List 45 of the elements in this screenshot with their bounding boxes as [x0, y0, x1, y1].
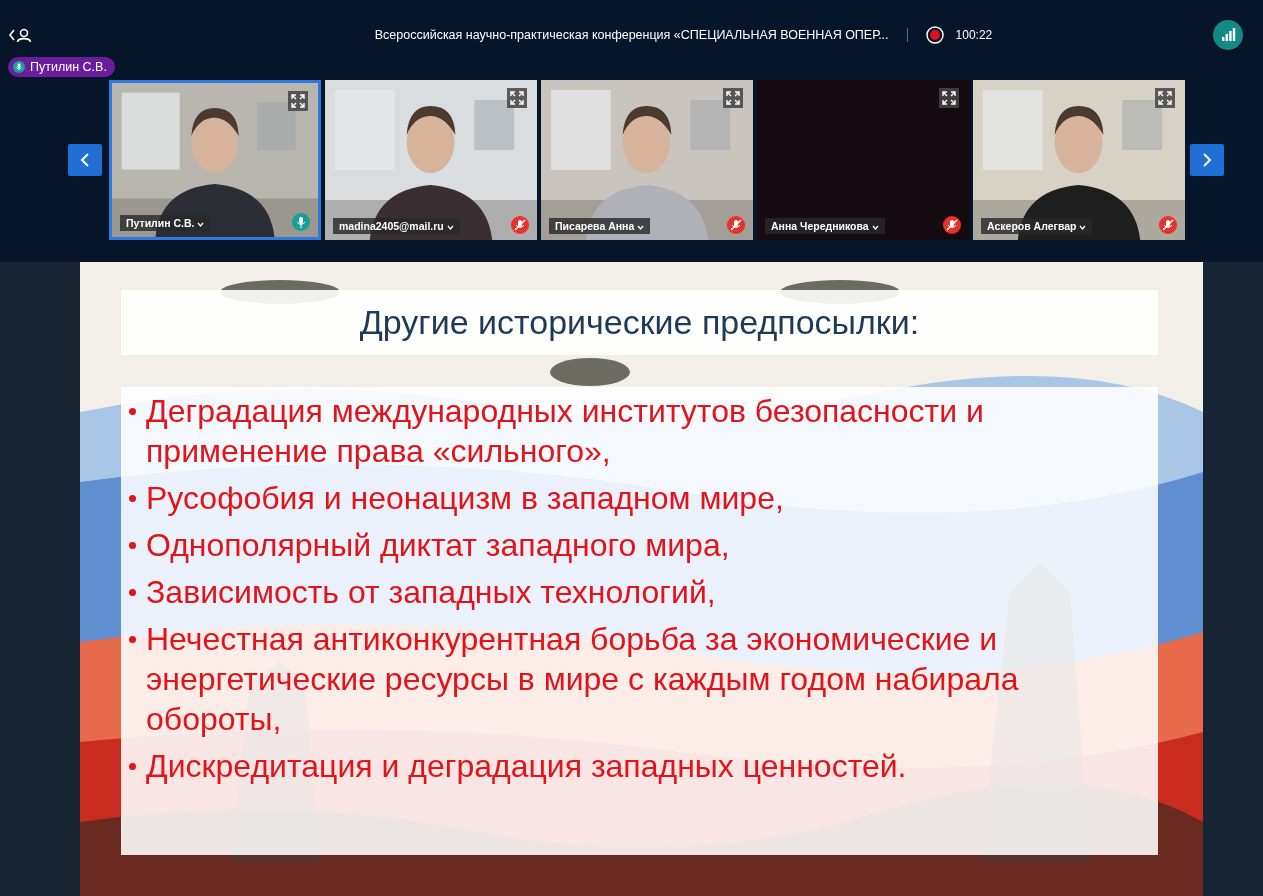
- video-tile[interactable]: madina2405@mail.ru: [325, 80, 537, 240]
- recording-timer: 100:22: [955, 28, 993, 42]
- slide-title: Другие исторические предпосылки:: [121, 290, 1158, 355]
- bullet-icon: [129, 589, 136, 596]
- speaker-badge: Путилин С.В.: [8, 57, 115, 77]
- chevron-left-icon: [80, 152, 90, 168]
- expand-icon[interactable]: [507, 88, 527, 108]
- caret-icon[interactable]: [1079, 225, 1087, 230]
- bullet-icon: [129, 763, 136, 770]
- caret-icon[interactable]: [637, 225, 645, 230]
- previous-button[interactable]: [68, 144, 102, 176]
- bullet-text: Зависимость от западных технологий,: [146, 573, 716, 612]
- caret-icon[interactable]: [446, 225, 454, 230]
- bullet-text: Дискредитация и деградация западных ценностей.: [146, 747, 907, 786]
- microphone-icon[interactable]: [292, 213, 310, 231]
- expand-icon[interactable]: [1155, 88, 1175, 108]
- signal-icon[interactable]: [1213, 20, 1243, 50]
- expand-icon[interactable]: [723, 88, 743, 108]
- bullet-text: Деградация международных институтов безопасности и применение права «сильного»,: [146, 392, 985, 471]
- microphone-icon: [13, 61, 25, 73]
- back-user-icon[interactable]: [8, 27, 34, 43]
- participant-name[interactable]: Писарева Анна: [549, 218, 651, 234]
- bullet-icon: [129, 408, 136, 415]
- bullet-text: Однополярный диктат западного мира,: [146, 526, 730, 565]
- expand-icon[interactable]: [288, 91, 308, 111]
- video-tile[interactable]: Путилин С.В.: [109, 80, 321, 240]
- bullet-text: Русофобия и неонацизм в западном мире,: [146, 479, 784, 518]
- chevron-right-icon: [1202, 152, 1212, 168]
- participant-name[interactable]: Путилин С.В.: [120, 215, 211, 231]
- caret-icon[interactable]: [871, 225, 879, 230]
- microphone-muted-icon[interactable]: [943, 216, 961, 234]
- participant-name[interactable]: Анна Чередникова: [765, 218, 885, 234]
- video-tile[interactable]: Анна Чередникова: [757, 80, 969, 240]
- caret-icon[interactable]: [197, 222, 205, 227]
- participant-name[interactable]: Аскеров Алегвар: [981, 218, 1093, 234]
- video-tile[interactable]: Аскеров Алегвар: [973, 80, 1185, 240]
- expand-icon[interactable]: [939, 88, 959, 108]
- bullet-text: Нечестная антиконкурентная борьба за экономические и энергетические ресурсы в мире с каждым годом набирала обороты,: [146, 620, 1020, 739]
- bullet-icon: [129, 542, 136, 549]
- bullet-icon: [129, 495, 136, 502]
- conference-title: Всероссийская научно-практическая конференция «СПЕЦИАЛЬНАЯ ВОЕННАЯ ОПЕР...: [374, 28, 889, 42]
- participant-name[interactable]: madina2405@mail.ru: [333, 218, 460, 234]
- video-tile[interactable]: Писарева Анна: [541, 80, 753, 240]
- bullet-icon: [129, 636, 136, 643]
- next-button[interactable]: [1190, 144, 1224, 176]
